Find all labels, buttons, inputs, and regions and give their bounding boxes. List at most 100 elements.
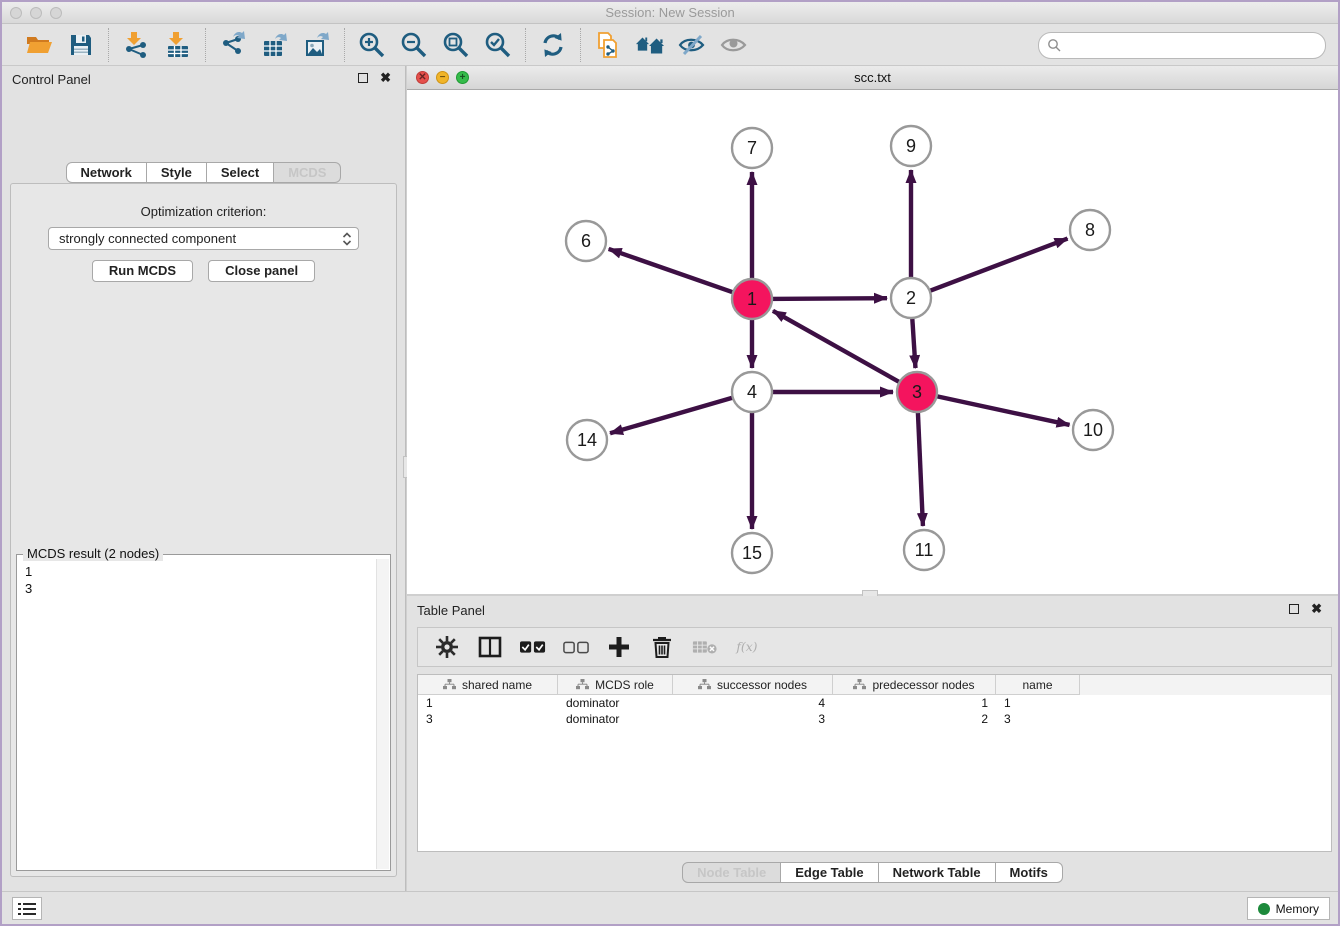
close-panel-icon[interactable]: ✖ (380, 73, 391, 83)
run-mcds-button[interactable]: Run MCDS (92, 260, 193, 282)
import-table-icon[interactable] (163, 30, 193, 60)
edge-3-10[interactable] (933, 395, 1070, 425)
column-header-successor-nodes[interactable]: successor nodes (673, 675, 833, 695)
edge-2-3[interactable] (912, 314, 915, 368)
svg-text:11: 11 (915, 540, 934, 560)
table-panel: Table Panel ✖ f(x) shared nameMCDS roles… (407, 596, 1338, 891)
titlebar: Session: New Session (2, 2, 1338, 24)
tab-network-table[interactable]: Network Table (879, 862, 996, 883)
new-network-from-selection-icon[interactable] (593, 30, 623, 60)
show-hidden-icon[interactable] (719, 30, 749, 60)
table-header-row: shared nameMCDS rolesuccessor nodesprede… (418, 675, 1331, 695)
houses-icon[interactable] (635, 30, 665, 60)
graph-node-1[interactable]: 1 (732, 279, 772, 319)
gear-icon[interactable] (434, 634, 460, 660)
tab-node-table[interactable]: Node Table (682, 862, 781, 883)
table-row[interactable]: 1dominator411 (418, 695, 1331, 711)
float-panel-icon[interactable] (358, 73, 368, 83)
open-folder-icon[interactable] (24, 30, 54, 60)
criterion-dropdown-value: strongly connected component (59, 231, 236, 246)
mcds-result-lines: 1 3 (25, 563, 32, 597)
svg-text:8: 8 (1085, 220, 1095, 240)
network-graph[interactable]: 7 9 6 8 1 2 4 3 14 10 15 11 (407, 90, 1340, 594)
hide-selected-icon[interactable] (677, 30, 707, 60)
column-header-predecessor-nodes[interactable]: predecessor nodes (833, 675, 996, 695)
table-tabs: Node TableEdge TableNetwork TableMotifs (407, 862, 1338, 883)
table-float-panel-icon[interactable] (1289, 604, 1299, 614)
task-history-button[interactable] (12, 897, 42, 920)
hierarchy-icon (698, 679, 711, 690)
column-header-name[interactable]: name (996, 675, 1080, 695)
check-all-icon[interactable] (520, 634, 546, 660)
node-table[interactable]: shared nameMCDS rolesuccessor nodesprede… (417, 674, 1332, 852)
svg-text:f(x): f(x) (735, 640, 757, 654)
graph-node-4[interactable]: 4 (732, 372, 772, 412)
add-row-icon[interactable] (606, 634, 632, 660)
hierarchy-icon (443, 679, 456, 690)
tab-style[interactable]: Style (147, 162, 207, 183)
graph-node-14[interactable]: 14 (567, 420, 607, 460)
edge-3-1[interactable] (773, 311, 903, 384)
edge-2-8[interactable] (926, 239, 1068, 293)
network-window: ✕ − + scc.txt 7 9 6 8 1 2 4 3 14 10 15 11 (407, 66, 1338, 594)
svg-text:3: 3 (912, 382, 922, 402)
uncheck-all-icon[interactable] (563, 634, 589, 660)
graph-node-10[interactable]: 10 (1073, 410, 1113, 450)
edge-4-14[interactable] (610, 396, 737, 433)
network-window-titlebar[interactable]: ✕ − + scc.txt (407, 66, 1338, 90)
memory-button[interactable]: Memory (1247, 897, 1330, 920)
table-row[interactable]: 3dominator323 (418, 711, 1331, 727)
export-image-icon[interactable] (302, 30, 332, 60)
edge-1-2[interactable] (768, 298, 887, 299)
hierarchy-icon (576, 679, 589, 690)
edge-3-11[interactable] (918, 408, 923, 526)
graph-node-9[interactable]: 9 (891, 126, 931, 166)
memory-label: Memory (1276, 902, 1319, 916)
graph-node-8[interactable]: 8 (1070, 210, 1110, 250)
graph-node-3[interactable]: 3 (897, 372, 937, 412)
svg-text:4: 4 (747, 382, 757, 402)
close-panel-button[interactable]: Close panel (208, 260, 315, 282)
control-panel: Control Panel ✖ NetworkStyleSelectMCDS O… (2, 66, 405, 891)
delete-row-icon[interactable] (649, 634, 675, 660)
status-bar: Memory (2, 891, 1338, 924)
graph-node-7[interactable]: 7 (732, 128, 772, 168)
optimization-criterion-label: Optimization criterion: (11, 204, 396, 219)
network-canvas[interactable]: 7 9 6 8 1 2 4 3 14 10 15 11 (407, 90, 1338, 594)
save-icon[interactable] (66, 30, 96, 60)
split-panel-icon[interactable] (477, 634, 503, 660)
column-header-MCDS-role[interactable]: MCDS role (558, 675, 673, 695)
zoom-selected-icon[interactable] (483, 30, 513, 60)
svg-text:14: 14 (577, 430, 597, 450)
list-icon (18, 902, 36, 916)
zoom-fit-icon[interactable] (441, 30, 471, 60)
criterion-dropdown[interactable]: strongly connected component (48, 227, 359, 250)
table-close-panel-icon[interactable]: ✖ (1311, 604, 1322, 614)
edge-1-6[interactable] (609, 249, 737, 294)
tab-network[interactable]: Network (66, 162, 147, 183)
graph-node-6[interactable]: 6 (566, 221, 606, 261)
import-network-icon[interactable] (121, 30, 151, 60)
graph-node-2[interactable]: 2 (891, 278, 931, 318)
memory-status-icon (1258, 903, 1270, 915)
export-network-icon[interactable] (218, 30, 248, 60)
tab-select[interactable]: Select (207, 162, 274, 183)
search-container (1038, 32, 1326, 59)
function-fx-icon: f(x) (735, 634, 761, 660)
svg-text:9: 9 (906, 136, 916, 156)
application-window: Session: New Session Control Panel ✖ Net… (0, 0, 1340, 926)
zoom-in-icon[interactable] (357, 30, 387, 60)
control-panel-tabs: NetworkStyleSelectMCDS (2, 162, 405, 183)
graph-node-11[interactable]: 11 (904, 530, 944, 570)
mcds-result-title: MCDS result (2 nodes) (23, 546, 163, 561)
search-input[interactable] (1038, 32, 1326, 59)
refresh-icon[interactable] (538, 30, 568, 60)
tab-edge-table[interactable]: Edge Table (781, 862, 878, 883)
result-scrollbar[interactable] (376, 559, 389, 869)
export-table-icon[interactable] (260, 30, 290, 60)
tab-motifs[interactable]: Motifs (996, 862, 1063, 883)
tab-mcds[interactable]: MCDS (274, 162, 341, 183)
graph-node-15[interactable]: 15 (732, 533, 772, 573)
column-header-shared-name[interactable]: shared name (418, 675, 558, 695)
zoom-out-icon[interactable] (399, 30, 429, 60)
